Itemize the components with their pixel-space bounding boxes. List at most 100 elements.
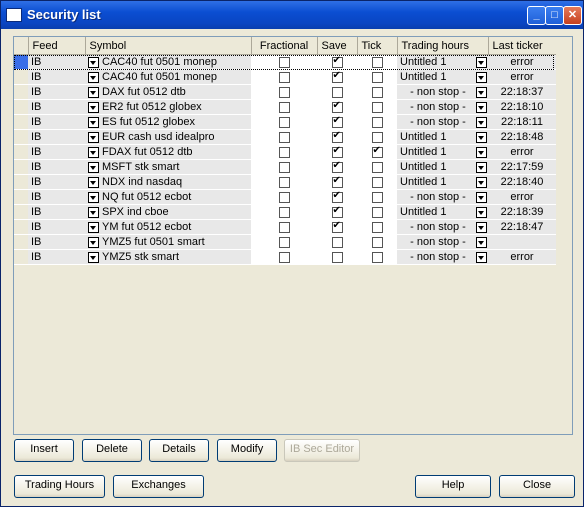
exchanges-button[interactable]: Exchanges [113,475,204,498]
save-cell[interactable] [317,84,357,100]
row-selector[interactable] [14,54,28,70]
fractional-cell[interactable] [251,144,317,160]
save-checkbox[interactable] [331,55,343,68]
fractional-checkbox[interactable] [278,116,290,128]
trading-hours-dropdown-icon[interactable] [476,146,487,158]
tick-cell[interactable] [357,249,397,265]
table-row[interactable]: IB NQ fut 0512 ecbot - non stop - error [14,189,556,205]
row-selector[interactable] [14,114,28,130]
column-header-tick[interactable]: Tick [357,37,398,55]
fractional-cell[interactable] [251,99,317,115]
symbol-dropdown-icon[interactable] [88,116,99,128]
feed-cell[interactable]: IB [28,84,85,100]
close-button[interactable]: Close [499,475,575,498]
save-cell[interactable] [317,144,357,160]
trading-hours-dropdown-icon[interactable] [476,161,487,173]
fractional-checkbox[interactable] [278,86,290,98]
feed-cell[interactable]: IB [28,234,85,250]
tick-checkbox[interactable] [371,221,383,233]
symbol-dropdown-icon[interactable] [88,71,99,83]
fractional-cell[interactable] [251,84,317,100]
symbol-dropdown-icon[interactable] [88,191,99,203]
symbol-dropdown-icon[interactable] [88,146,99,158]
symbol-dropdown-icon[interactable] [88,221,99,233]
trading-hours-cell[interactable]: Untitled 1 [397,174,488,190]
trading-hours-dropdown-icon[interactable] [476,71,487,83]
trading-hours-dropdown-icon[interactable] [476,251,487,263]
fractional-cell[interactable] [251,189,317,205]
save-cell[interactable] [317,159,357,175]
save-cell[interactable] [317,129,357,145]
table-row[interactable]: IB YMZ5 fut 0501 smart - non stop - [14,234,556,250]
table-row[interactable]: IB FDAX fut 0512 dtb Untitled 1 error [14,144,556,160]
symbol-dropdown-icon[interactable] [88,236,99,248]
fractional-cell[interactable] [251,159,317,175]
trading-hours-cell[interactable]: - non stop - [397,114,488,130]
trading-hours-cell[interactable]: Untitled 1 [397,69,488,85]
trading-hours-cell[interactable]: Untitled 1 [397,144,488,160]
column-header-trading-hours[interactable]: Trading hours [397,37,489,55]
help-button[interactable]: Help [415,475,491,498]
tick-checkbox[interactable] [371,161,383,173]
row-selector[interactable] [14,84,28,100]
save-checkbox[interactable] [331,251,343,263]
trading-hours-dropdown-icon[interactable] [476,191,487,203]
tick-cell[interactable] [357,84,397,100]
tick-cell[interactable] [357,144,397,160]
table-row[interactable]: IB YMZ5 stk smart - non stop - error [14,249,556,265]
column-header-feed[interactable]: Feed [28,37,86,55]
fractional-checkbox[interactable] [278,101,290,113]
symbol-dropdown-icon[interactable] [88,86,99,98]
row-selector[interactable] [14,129,28,145]
tick-checkbox[interactable] [371,145,383,158]
trading-hours-dropdown-icon[interactable] [476,56,487,68]
trading-hours-dropdown-icon[interactable] [476,101,487,113]
symbol-cell[interactable]: YM fut 0512 ecbot [85,219,251,235]
row-selector[interactable] [14,219,28,235]
symbol-cell[interactable]: DAX fut 0512 dtb [85,84,251,100]
fractional-checkbox[interactable] [278,71,290,83]
fractional-checkbox[interactable] [278,236,290,248]
tick-checkbox[interactable] [371,56,383,68]
tick-cell[interactable] [357,129,397,145]
delete-button[interactable]: Delete [82,439,142,462]
fractional-cell[interactable] [251,174,317,190]
table-row[interactable]: IB EUR cash usd idealpro Untitled 1 22:18:4… [14,129,556,145]
trading-hours-cell[interactable]: - non stop - [397,84,488,100]
feed-cell[interactable]: IB [28,159,85,175]
table-row[interactable]: IB MSFT stk smart Untitled 1 22:17:59 [14,159,556,175]
trading-hours-dropdown-icon[interactable] [476,116,487,128]
fractional-checkbox[interactable] [278,131,290,143]
save-cell[interactable] [317,69,357,85]
symbol-dropdown-icon[interactable] [88,206,99,218]
tick-cell[interactable] [357,189,397,205]
table-row[interactable]: IB YM fut 0512 ecbot - non stop - 22:18:47 [14,219,556,235]
tick-checkbox[interactable] [371,176,383,188]
save-checkbox[interactable] [331,145,343,158]
fractional-cell[interactable] [251,69,317,85]
fractional-checkbox[interactable] [278,176,290,188]
feed-cell[interactable]: IB [28,144,85,160]
tick-cell[interactable] [357,174,397,190]
fractional-checkbox[interactable] [278,206,290,218]
feed-cell[interactable]: IB [28,129,85,145]
save-cell[interactable] [317,204,357,220]
insert-button[interactable]: Insert [14,439,74,462]
fractional-checkbox[interactable] [278,191,290,203]
fractional-cell[interactable] [251,249,317,265]
symbol-cell[interactable]: ER2 fut 0512 globex [85,99,251,115]
column-header-symbol[interactable]: Symbol [85,37,252,55]
symbol-dropdown-icon[interactable] [88,251,99,263]
symbol-cell[interactable]: MSFT stk smart [85,159,251,175]
table-row[interactable]: IB DAX fut 0512 dtb - non stop - 22:18:37 [14,84,556,100]
security-grid[interactable]: Feed Symbol Fractional Save Tick Trading… [13,36,573,435]
save-checkbox[interactable] [331,205,343,218]
symbol-cell[interactable]: EUR cash usd idealpro [85,129,251,145]
symbol-cell[interactable]: NQ fut 0512 ecbot [85,189,251,205]
tick-checkbox[interactable] [371,131,383,143]
trading-hours-cell[interactable]: - non stop - [397,189,488,205]
row-selector[interactable] [14,234,28,250]
symbol-cell[interactable]: YMZ5 fut 0501 smart [85,234,251,250]
tick-checkbox[interactable] [371,116,383,128]
feed-cell[interactable]: IB [28,99,85,115]
